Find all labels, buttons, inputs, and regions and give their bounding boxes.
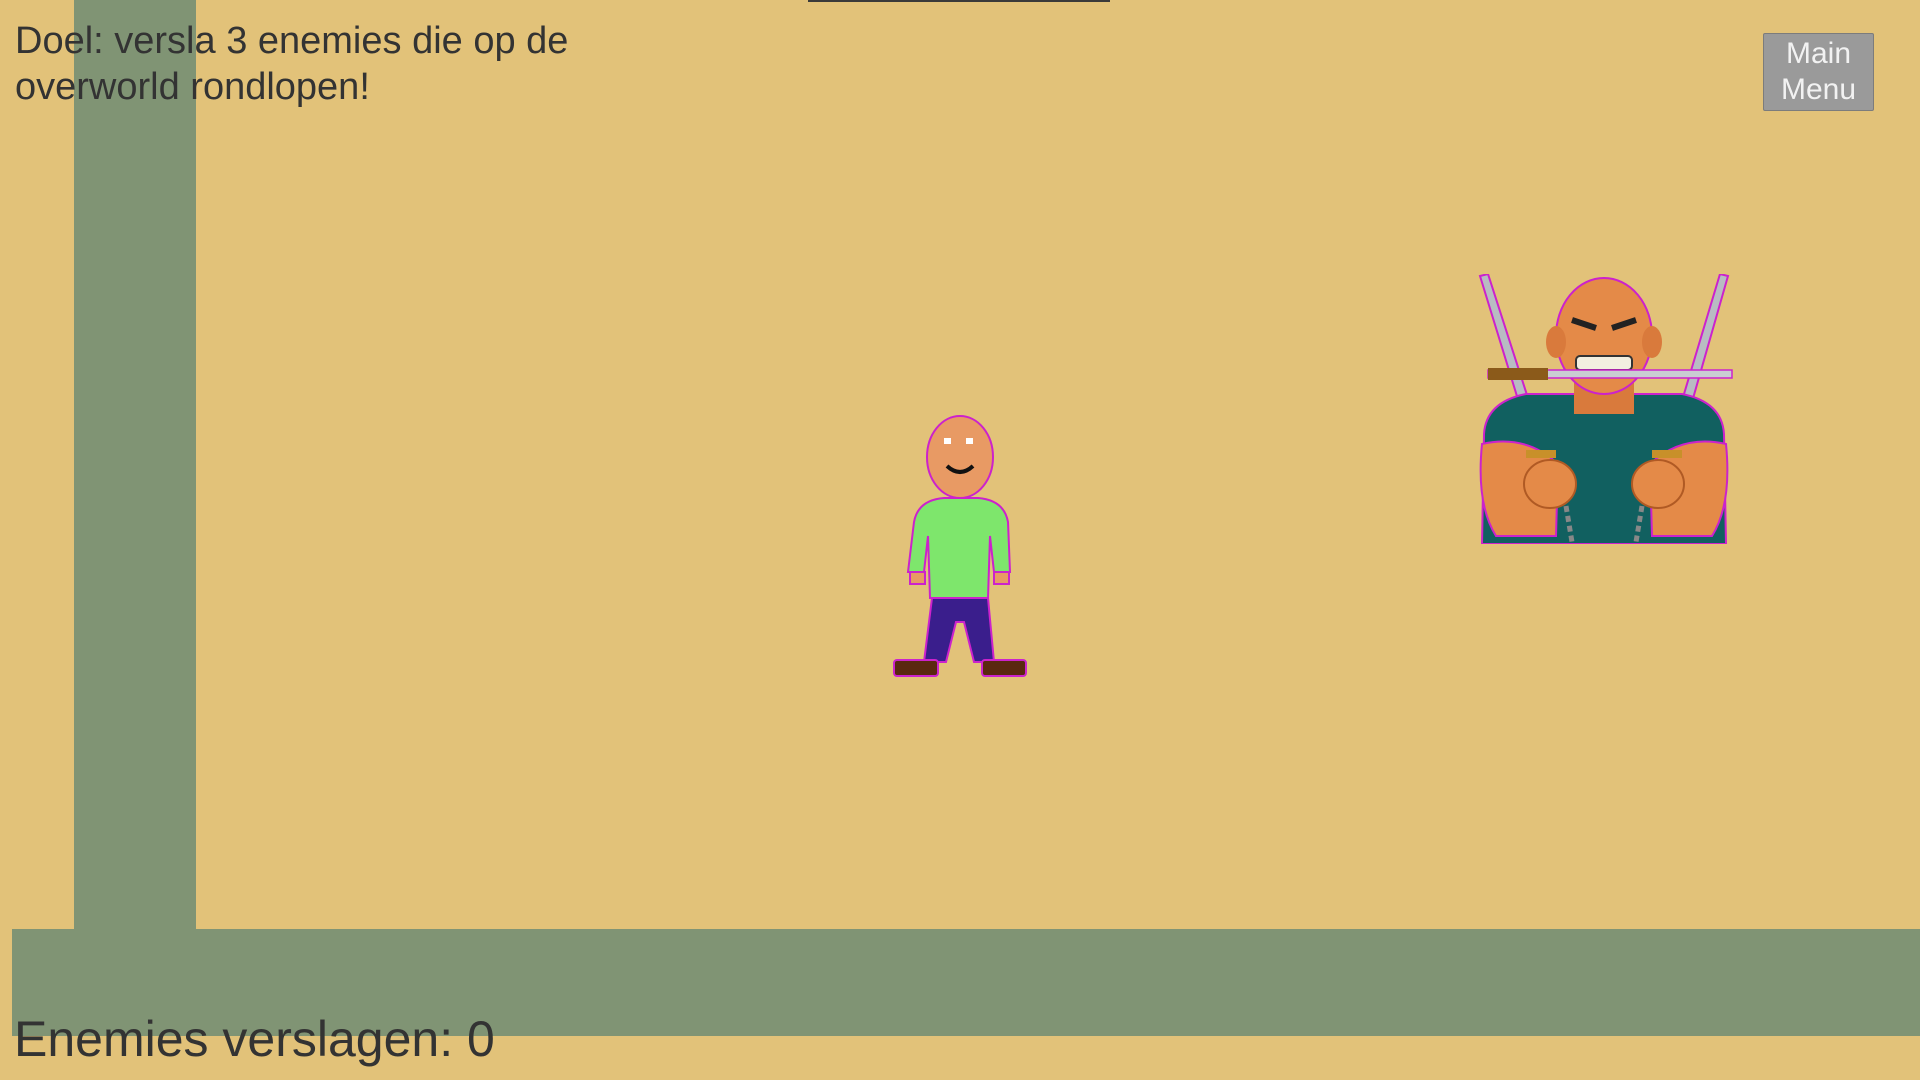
player-pants xyxy=(922,597,996,663)
player-shoe-right xyxy=(981,659,1027,677)
main-menu-button[interactable]: Main Menu xyxy=(1763,33,1874,111)
katana-guard-left xyxy=(1526,450,1556,458)
player-eye-left xyxy=(944,438,951,444)
enemy-teeth xyxy=(1575,355,1633,371)
katana-mouth-handle xyxy=(1488,368,1548,380)
player-shoe-left xyxy=(893,659,939,677)
enemy-character xyxy=(1478,274,1733,544)
player-eye-right xyxy=(966,438,973,444)
objective-text: Doel: versla 3 enemies die op de overwor… xyxy=(15,20,569,108)
player-head xyxy=(926,415,994,499)
top-edge-bar xyxy=(808,0,1110,2)
player-hand-left xyxy=(909,571,926,585)
katana-guard-right xyxy=(1652,450,1682,458)
enemy-ear-left xyxy=(1546,326,1566,358)
enemy-fist-right xyxy=(1631,459,1685,509)
game-scene: Doel: versla 3 enemies die op de overwor… xyxy=(0,0,1920,1080)
enemy-fist-left xyxy=(1523,459,1577,509)
player-character xyxy=(893,415,1027,677)
enemies-defeated-counter: Enemies verslagen: 0 xyxy=(14,1011,495,1067)
wall-vertical xyxy=(74,0,196,930)
player-hand-right xyxy=(993,571,1010,585)
enemy-ear-right xyxy=(1642,326,1662,358)
